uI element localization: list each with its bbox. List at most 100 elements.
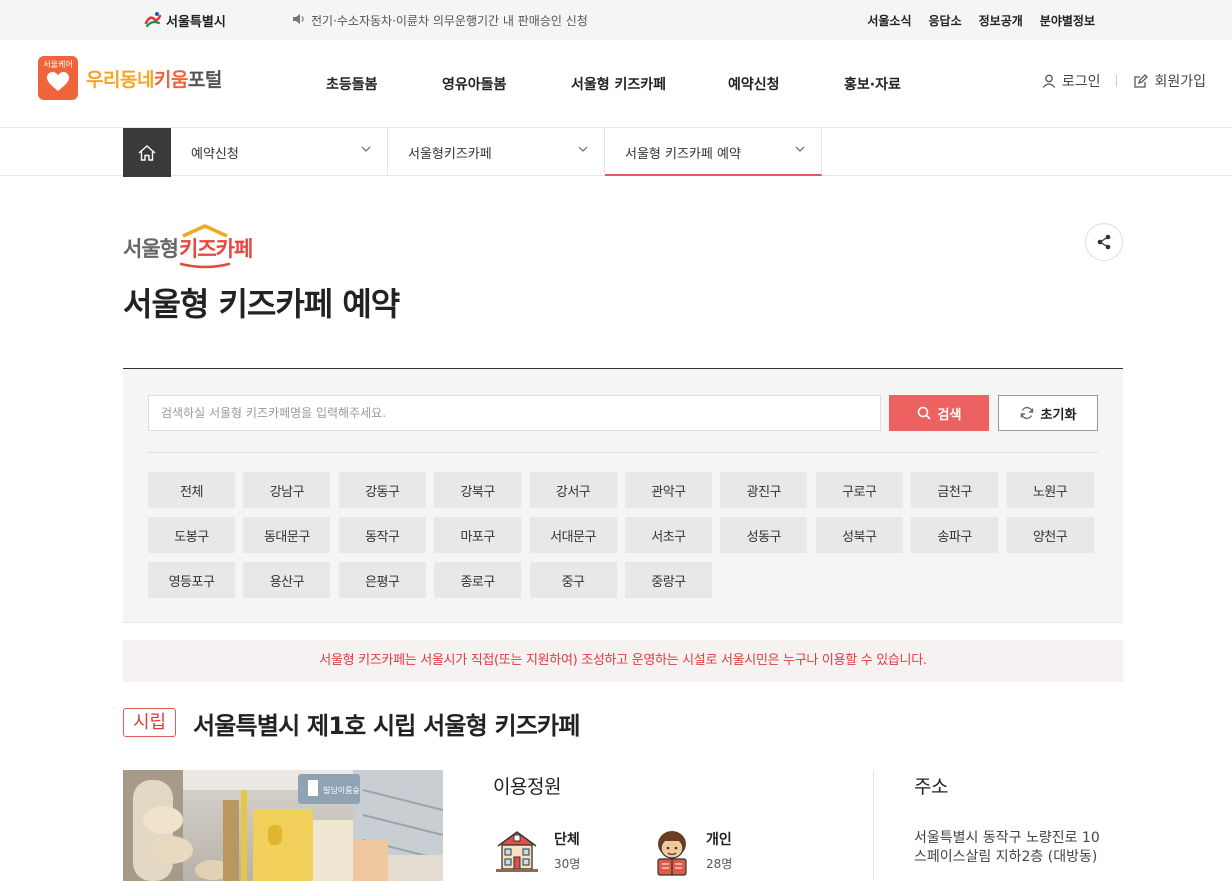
district-button[interactable]: 동대문구 [243,517,331,553]
top-utility-bar: 서울특별시 전기·수소자동차·이륜차 의무운행기간 내 판매승인 신청 서울소식… [0,0,1232,40]
district-button[interactable]: 마포구 [434,517,522,553]
district-button[interactable]: 성동구 [720,517,808,553]
location-bar: 예약신청 서울형키즈카페 서울형 키즈카페 예약 [0,128,1232,177]
capacity-title: 이용정원 [493,776,561,798]
seoul-logo-icon [144,11,162,29]
district-button[interactable]: 광진구 [720,472,808,508]
user-icon [1042,74,1056,88]
login-link[interactable]: 로그인 [1042,71,1101,91]
edit-icon [1134,73,1149,88]
district-button[interactable]: 도봉구 [148,517,235,553]
site-header: 서울케어 우리동네키움포털 초등돌봄 영유아돌봄 서울형 키즈카페 예약신청 홍… [0,40,1232,128]
school-building-icon [496,831,538,872]
location-depth3[interactable]: 서울형 키즈카페 예약 [605,128,822,176]
nav-elementary-care[interactable]: 초등돌봄 [326,74,442,94]
district-button[interactable]: 전체 [148,472,235,508]
member-divider [1116,75,1118,87]
district-button[interactable]: 강서구 [529,472,617,508]
location-depth2-label: 서울형키즈카페 [408,147,492,162]
district-button[interactable]: 서대문구 [529,517,617,553]
district-filter-list: 전체 강남구 강동구 강북구 강서구 관악구 광진구 구로구 금천구 노원구도봉구 동대문구 동작구 마… [148,472,1108,598]
capacity-group-label: 단체 [554,832,580,848]
top-link-field[interactable]: 분야별정보 [1040,12,1095,29]
district-button[interactable]: 노원구 [1006,472,1094,508]
location-depth3-label: 서울형 키즈카페 예약 [625,147,741,162]
capacity-group-count: 30명 [554,857,581,871]
child-reading-icon [657,831,687,876]
address-line2: 스페이스살림 지하2층 (대방동) [914,849,1098,865]
facility-title[interactable]: 서울특별시 제1호 시립 서울형 키즈카페 [193,706,580,741]
brand-badge-text: 서울케어 [43,60,73,69]
district-button[interactable]: 용산구 [243,562,331,598]
district-button[interactable]: 중구 [529,562,617,598]
seoul-logo-text: 서울특별시 [166,14,226,30]
address-line1: 서울특별시 동작구 노량진로 10 [914,830,1100,846]
nav-reservation[interactable]: 예약신청 [728,74,844,94]
district-button[interactable]: 종로구 [434,562,522,598]
kids-cafe-logo-text2: 키즈카페 [179,237,252,261]
capacity-group-text: 단체 30명 [554,829,580,872]
speaker-icon [292,13,306,28]
heart-icon [47,72,69,91]
district-button[interactable]: 강남구 [243,472,331,508]
share-button[interactable] [1085,223,1123,261]
district-button[interactable]: 강동구 [338,472,426,508]
home-icon [138,144,156,161]
top-links: 서울소식 응답소 정보공개 분야별정보 [867,12,1095,29]
nav-promotion[interactable]: 홍보·자료 [844,74,901,94]
reset-button-label: 초기화 [1040,407,1077,423]
district-button[interactable]: 동작구 [338,517,426,553]
top-link-info[interactable]: 정보공개 [979,12,1023,29]
refresh-icon [1020,406,1033,420]
facility-address: 서울특별시 동작구 노량진로 10 스페이스살림 지하2층 (대방동) [914,829,1100,867]
chevron-down-icon [361,146,371,152]
district-button[interactable]: 송파구 [911,517,999,553]
brand-badge: 서울케어 [38,56,78,100]
brand-logo[interactable]: 서울케어 우리동네키움포털 [38,56,222,100]
location-depth2[interactable]: 서울형키즈카페 [388,128,605,176]
signup-link[interactable]: 회원가입 [1133,71,1206,91]
district-button[interactable]: 중랑구 [624,562,712,598]
capacity-individual-label: 개인 [706,832,732,848]
info-divider [873,770,874,881]
top-link-response[interactable]: 응답소 [929,12,962,29]
member-menu: 로그인 회원가입 [1042,71,1206,91]
search-icon [917,406,931,420]
district-button[interactable]: 영등포구 [148,562,235,598]
facility-photo-sign: 빌딩이룸숲 [323,785,360,795]
district-button[interactable]: 금천구 [911,472,999,508]
search-input[interactable] [148,395,881,431]
facility-photo[interactable]: 빌딩이룸숲 [123,770,443,881]
district-button[interactable]: 관악구 [624,472,712,508]
reset-button[interactable]: 초기화 [998,395,1098,431]
capacity-individual: 개인 28명 [652,829,732,877]
address-title: 주소 [914,776,948,798]
search-button[interactable]: 검색 [889,395,989,431]
district-button[interactable]: 성북구 [815,517,903,553]
district-button[interactable]: 강북구 [434,472,522,508]
top-link-news[interactable]: 서울소식 [867,12,911,29]
brand-name-part3: 포털 [187,68,222,91]
location-depth1-label: 예약신청 [191,147,239,162]
panel-divider [148,452,1098,453]
location-depth1[interactable]: 예약신청 [171,128,388,176]
home-button[interactable] [123,128,171,177]
share-icon [1097,234,1111,250]
nav-kids-cafe[interactable]: 서울형 키즈카페 [571,74,728,94]
login-label: 로그인 [1061,74,1101,90]
topbar-notice[interactable]: 전기·수소자동차·이륜차 의무운행기간 내 판매승인 신청 [292,12,588,29]
notice-text: 전기·수소자동차·이륜차 의무운행기간 내 판매승인 신청 [311,14,588,28]
district-button[interactable]: 은평구 [338,562,426,598]
nav-infant-care[interactable]: 영유아돌봄 [442,74,571,94]
info-notice-bar: 서울형 키즈카페는 서울시가 직접(또는 지원하여) 조성하고 운영하는 시설로… [123,640,1123,682]
district-button[interactable]: 양천구 [1006,517,1094,553]
chevron-down-icon [578,146,588,152]
brand-name: 우리동네키움포털 [86,65,222,92]
search-button-label: 검색 [937,407,962,423]
kids-cafe-logo: 서울형 키즈카페 [123,222,253,269]
brand-name-part1: 우리동네 [86,68,154,91]
district-button[interactable]: 서초구 [624,517,712,553]
capacity-individual-text: 개인 28명 [706,829,732,872]
district-button[interactable]: 구로구 [815,472,903,508]
seoul-city-logo[interactable]: 서울특별시 [144,10,226,30]
